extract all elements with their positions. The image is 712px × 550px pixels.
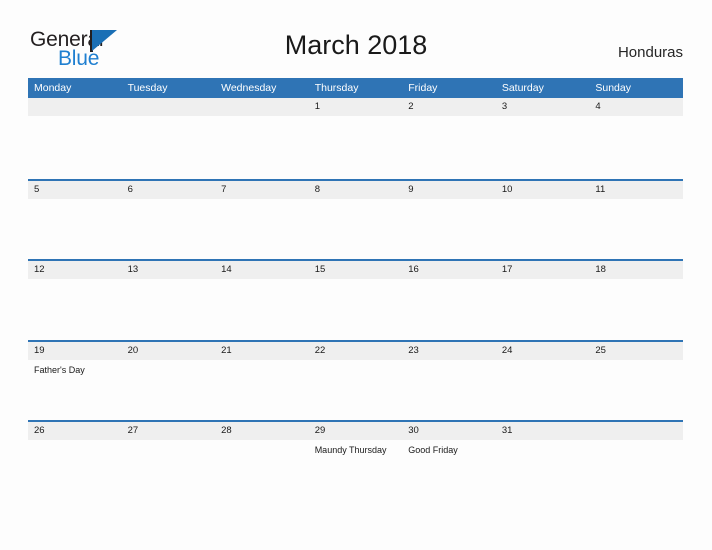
calendar-day-number[interactable]: 31	[496, 422, 590, 440]
calendar-day-number[interactable]: 19	[28, 342, 122, 360]
calendar-day-body	[309, 116, 403, 176]
week-date-strip: 5 6 7 8 9 10 11	[28, 180, 683, 199]
page-header: General Blue March 2018 Honduras	[0, 0, 712, 78]
calendar-day-body	[496, 116, 590, 176]
country-label: Honduras	[617, 44, 683, 61]
calendar-event-label: Father's Day	[34, 364, 85, 375]
calendar-day-number[interactable]: 7	[215, 181, 309, 199]
calendar-day-body	[122, 360, 216, 420]
calendar-day-number[interactable]: 12	[28, 261, 122, 279]
calendar-day-number[interactable]: 3	[496, 98, 590, 116]
day-of-week-header: Monday	[34, 82, 72, 94]
calendar-day-body	[309, 279, 403, 339]
calendar-day-body	[402, 116, 496, 176]
calendar-day-number[interactable]: 13	[122, 261, 216, 279]
calendar-day-number[interactable]: 26	[28, 422, 122, 440]
calendar-day-body	[589, 279, 683, 339]
week-date-strip: 26 27 28 29 30 31	[28, 422, 683, 440]
calendar-day-body	[28, 116, 122, 176]
calendar-day-empty	[215, 98, 309, 116]
calendar-day-body	[122, 440, 216, 500]
calendar-day-body	[215, 279, 309, 339]
day-of-week-header: Wednesday	[221, 82, 277, 94]
calendar-day-body	[402, 360, 496, 420]
day-of-week-header: Thursday	[314, 82, 359, 94]
calendar-day-body	[122, 279, 216, 339]
calendar-day-number[interactable]: 28	[215, 422, 309, 440]
calendar-day-number[interactable]: 6	[122, 181, 216, 199]
calendar-page: General Blue March 2018 Honduras Monday T…	[0, 0, 712, 550]
calendar-day-number[interactable]: 11	[589, 181, 683, 199]
calendar-day-body	[496, 360, 590, 420]
calendar-day-number[interactable]: 4	[589, 98, 683, 116]
day-of-week-header: Friday	[408, 82, 438, 94]
calendar-day-body	[402, 279, 496, 339]
calendar-day-number[interactable]: 15	[309, 261, 403, 279]
calendar-event-label: Maundy Thursday	[314, 445, 387, 455]
calendar-day-body	[589, 360, 683, 420]
calendar-day-body	[589, 440, 683, 500]
calendar-day-body	[122, 199, 216, 259]
week-date-strip: 12 13 14 15 16 17 18	[28, 261, 683, 279]
day-of-week-header-row: Monday Tuesday Wednesday Thursday Friday Satu…	[28, 78, 683, 98]
calendar-day-number[interactable]: 8	[309, 181, 403, 199]
calendar-grid: Monday Tuesday Wednesday Thursday Friday Satu…	[28, 78, 683, 501]
calendar-day-number[interactable]: 9	[402, 181, 496, 199]
week-date-strip: 1234	[28, 98, 683, 116]
calendar-day-body	[215, 116, 309, 176]
calendar-day-number[interactable]: 18	[589, 261, 683, 279]
calendar-day-number[interactable]: 17	[496, 261, 590, 279]
calendar-week-row: 1234	[28, 98, 683, 179]
calendar-day-body	[496, 279, 590, 339]
calendar-day-empty	[589, 422, 683, 440]
calendar-week-row: 12 13 14 15 16 17 18	[28, 259, 683, 340]
week-date-strip: 19 20 21 22 23 24 25	[28, 341, 683, 360]
calendar-day-body	[589, 116, 683, 176]
calendar-day-body	[28, 279, 122, 339]
calendar-day-number[interactable]: 30	[402, 422, 496, 440]
calendar-day-body	[215, 440, 309, 500]
calendar-day-number[interactable]: 29	[309, 422, 403, 440]
calendar-day-number[interactable]: 14	[215, 261, 309, 279]
calendar-event-label: Good Friday	[408, 445, 458, 455]
calendar-day-body	[309, 360, 403, 420]
calendar-day-number[interactable]: 2	[402, 98, 496, 116]
calendar-day-body	[496, 440, 590, 500]
calendar-day-number[interactable]: 27	[122, 422, 216, 440]
calendar-day-number[interactable]: 23	[402, 342, 496, 360]
calendar-day-body	[589, 199, 683, 259]
page-title: March 2018	[284, 30, 428, 60]
calendar-day-empty	[122, 98, 216, 116]
calendar-day-body	[122, 116, 216, 176]
day-of-week-header: Tuesday	[127, 82, 168, 94]
calendar-day-body	[402, 199, 496, 259]
calendar-day-empty	[28, 98, 122, 116]
week-event-strip: Father's Day	[28, 359, 683, 420]
day-of-week-header: Sunday	[595, 82, 631, 94]
week-event-strip	[28, 279, 683, 339]
calendar-day-number[interactable]: 21	[215, 342, 309, 360]
week-event-strip	[28, 198, 683, 259]
calendar-day-number[interactable]: 20	[122, 342, 216, 360]
week-event-strip	[28, 116, 683, 176]
calendar-day-number[interactable]: 5	[28, 181, 122, 199]
calendar-day-number[interactable]: 16	[402, 261, 496, 279]
week-event-strip: Maundy Thursday Good Friday	[28, 440, 683, 500]
calendar-day-body	[496, 199, 590, 259]
calendar-day-number[interactable]: 24	[496, 342, 590, 360]
calendar-weeks: 1 2 3 4 5 6 7 8 9 10 11 12 13 14 15 16 17 18 19 20 21 22 23 24 2…	[28, 98, 683, 501]
calendar-day-body	[309, 199, 403, 259]
calendar-day-number[interactable]: 10	[496, 181, 590, 199]
calendar-day-number[interactable]: 1	[309, 98, 403, 116]
calendar-week-row: 26 27 28 29 30 31 Maundy Thursday Good Friday	[28, 420, 683, 501]
calendar-day-number[interactable]: 22	[309, 342, 403, 360]
calendar-week-row: 19 20 21 22 23 24 25 Father's Day	[28, 339, 683, 421]
calendar-day-body	[215, 360, 309, 420]
calendar-day-body	[28, 440, 122, 500]
calendar-week-row: 5 6 7 8 9 10 11	[28, 178, 683, 260]
calendar-day-number[interactable]: 25	[589, 342, 683, 360]
calendar-day-body	[215, 199, 309, 259]
day-of-week-header: Saturday	[501, 82, 544, 94]
calendar-day-body	[28, 199, 122, 259]
